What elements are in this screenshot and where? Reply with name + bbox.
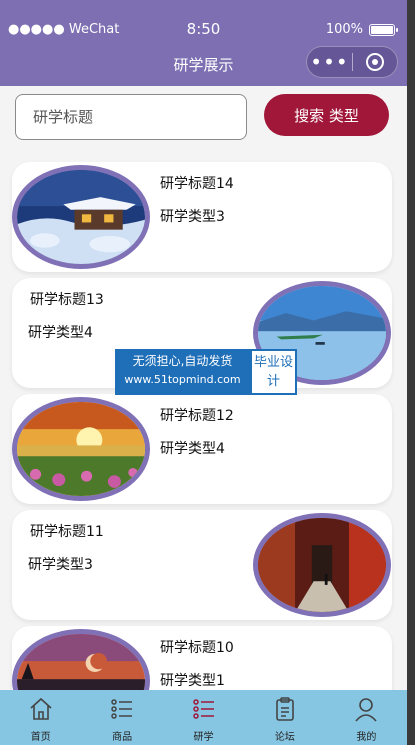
close-mini-program-button[interactable] — [353, 53, 397, 71]
tab-goods[interactable]: 商品 — [81, 690, 162, 745]
target-icon — [365, 53, 384, 71]
tab-label: 首页 — [30, 732, 51, 743]
home-icon — [30, 697, 52, 720]
status-bar: ●●●●● WeChat 8:50 100% — [0, 18, 407, 42]
tab-forum[interactable]: 论坛 — [244, 690, 325, 745]
clipboard-icon — [276, 697, 294, 721]
battery-icon — [369, 23, 398, 36]
item-thumbnail — [12, 397, 150, 501]
watermark-line2: www.51topmind.com — [124, 373, 241, 386]
screen-edge — [407, 0, 415, 745]
list-item[interactable]: 研学标题11 研学类型3 — [12, 510, 392, 620]
item-thumbnail — [253, 513, 391, 617]
tab-label: 我的 — [356, 732, 377, 743]
tab-label: 研学 — [193, 732, 214, 743]
more-icon[interactable]: ••• — [307, 52, 352, 72]
watermark-badge: 毕业设计 — [250, 349, 297, 395]
mini-program-capsule: ••• — [306, 46, 398, 78]
watermark-text: 无须担心,自动发货 www.51topmind.com — [115, 349, 250, 395]
list-item[interactable]: 研学标题14 研学类型3 — [12, 162, 392, 272]
battery-percent: 100% — [325, 22, 363, 37]
item-title: 研学标题10 — [160, 640, 234, 656]
item-type: 研学类型1 — [160, 673, 225, 689]
item-type: 研学类型3 — [28, 557, 93, 573]
tab-home[interactable]: 首页 — [0, 690, 81, 745]
header: ●●●●● WeChat 8:50 100% 研学展示 ••• — [0, 0, 407, 86]
tab-mine[interactable]: 我的 — [326, 690, 407, 745]
search-input[interactable] — [15, 94, 247, 140]
battery-status: 100% — [325, 22, 398, 37]
item-title: 研学标题14 — [160, 176, 234, 192]
bottom-tab-bar: 首页 商品 研学 论坛 我的 — [0, 690, 407, 745]
phone-screen: ●●●●● WeChat 8:50 100% 研学展示 ••• 搜索 类型 — [0, 0, 407, 745]
user-icon — [355, 698, 377, 722]
watermark-line1: 无须担心,自动发货 — [132, 354, 233, 368]
list-icon — [111, 699, 133, 719]
item-title: 研学标题12 — [160, 408, 234, 424]
search-type-button[interactable]: 搜索 类型 — [264, 94, 389, 136]
item-title: 研学标题13 — [30, 292, 104, 308]
tab-study[interactable]: 研学 — [163, 690, 244, 745]
list-item[interactable]: 研学标题12 研学类型4 — [12, 394, 392, 504]
list-active-icon — [192, 699, 214, 719]
item-type: 研学类型3 — [160, 209, 225, 225]
tab-label: 论坛 — [274, 732, 295, 743]
item-thumbnail — [12, 165, 150, 269]
item-title: 研学标题11 — [30, 524, 104, 540]
watermark-banner: 无须担心,自动发货 www.51topmind.com 毕业设计 — [115, 349, 297, 395]
item-type: 研学类型4 — [160, 441, 225, 457]
tab-label: 商品 — [112, 732, 133, 743]
item-type: 研学类型4 — [28, 325, 93, 341]
